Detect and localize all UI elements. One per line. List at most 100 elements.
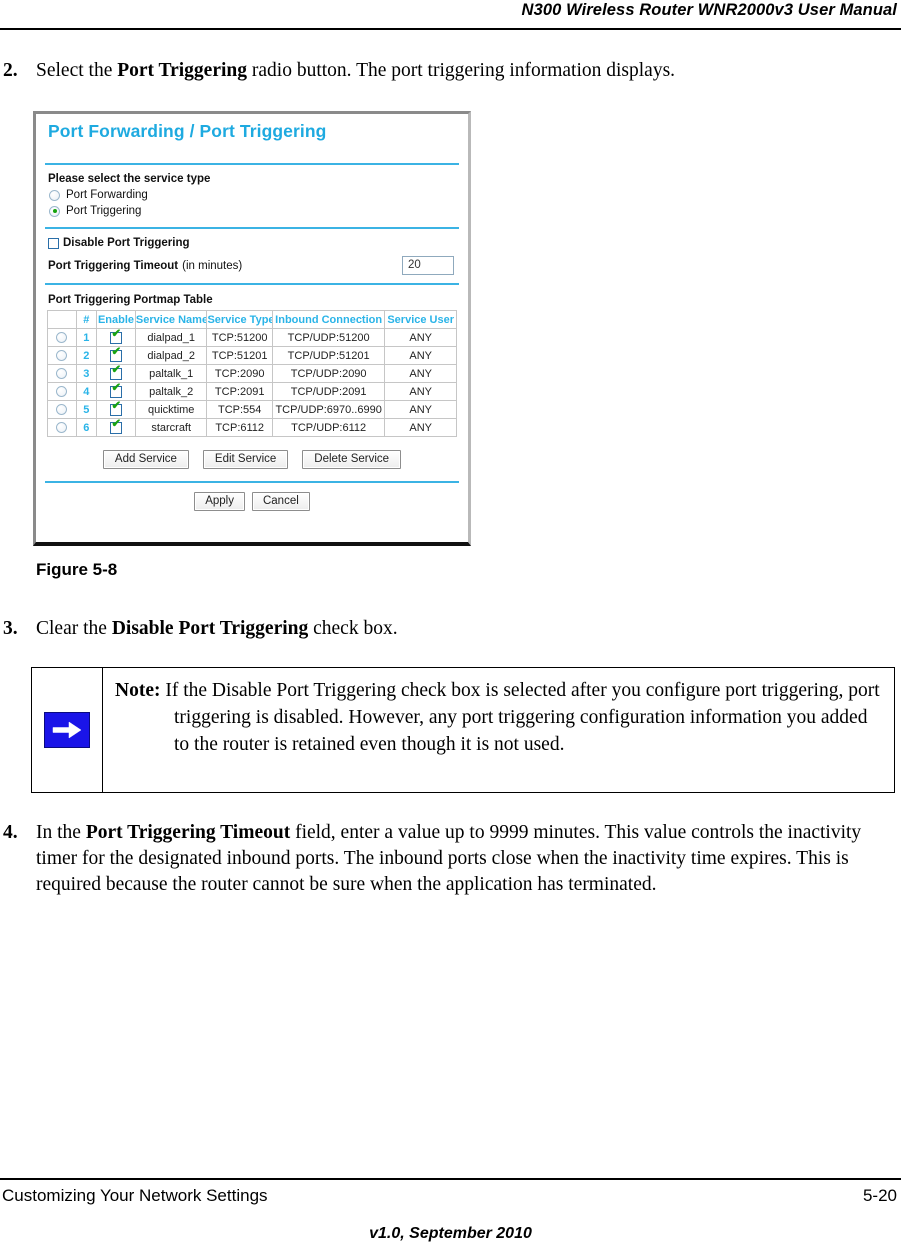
- portmap-table-title: Port Triggering Portmap Table: [48, 294, 213, 306]
- note-callout: Note: If the Disable Port Triggering che…: [31, 667, 895, 793]
- row-service-type: TCP:51201: [206, 346, 273, 365]
- radio-port-forwarding-label: Port Forwarding: [66, 189, 148, 201]
- row-service-type: TCP:6112: [206, 418, 273, 437]
- service-type-label: Please select the service type: [48, 173, 211, 185]
- row-select-cell[interactable]: [47, 328, 77, 347]
- row-index: 2: [75, 346, 98, 365]
- table-header-row: # Enable Service Name Service Type Inbou…: [47, 310, 457, 329]
- delete-service-button[interactable]: Delete Service: [302, 450, 402, 469]
- step-2-number: 2.: [3, 60, 18, 81]
- row-enable-checkbox[interactable]: [109, 420, 122, 434]
- row-service-user: ANY: [384, 418, 457, 437]
- step-3: 3. Clear the Disable Port Triggering che…: [3, 616, 883, 642]
- router-ui-panel: Port Forwarding / Port Triggering Please…: [36, 114, 468, 542]
- row-radio-icon[interactable]: [56, 404, 68, 416]
- step-2-text: Select the Port Triggering radio button.…: [36, 58, 883, 84]
- divider-4: [45, 481, 459, 483]
- row-enable-checkbox[interactable]: [109, 330, 122, 344]
- disable-port-triggering-row[interactable]: Disable Port Triggering: [45, 237, 459, 249]
- row-service-name: paltalk_1: [134, 364, 208, 383]
- row-inbound-connection: TCP/UDP:2091: [271, 382, 386, 401]
- row-radio-icon[interactable]: [56, 332, 68, 344]
- step-4-text-before: In the: [36, 822, 86, 843]
- step-3-text-after: check box.: [308, 618, 398, 639]
- step-4-number: 4.: [3, 822, 18, 843]
- row-enable-checkbox[interactable]: [109, 402, 122, 416]
- table-row[interactable]: 2 dialpad_2 TCP:51201 TCP/UDP:51201 ANY: [47, 346, 457, 365]
- row-service-type: TCP:554: [206, 400, 273, 419]
- footer-chapter-title: Customizing Your Network Settings: [2, 1186, 268, 1205]
- row-service-user: ANY: [384, 382, 457, 401]
- col-header-enable: Enable: [96, 310, 136, 329]
- table-row[interactable]: 6 starcraft TCP:6112 TCP/UDP:6112 ANY: [47, 418, 457, 437]
- note-label: Note:: [115, 680, 161, 701]
- note-text-cell: Note: If the Disable Port Triggering che…: [103, 668, 894, 792]
- row-enable-cell[interactable]: [96, 418, 136, 437]
- step-3-number: 3.: [3, 618, 18, 639]
- row-radio-icon[interactable]: [56, 350, 68, 362]
- portmap-table: # Enable Service Name Service Type Inbou…: [47, 310, 457, 437]
- table-row[interactable]: 1 dialpad_1 TCP:51200 TCP/UDP:51200 ANY: [47, 328, 457, 347]
- row-select-cell[interactable]: [47, 400, 77, 419]
- timeout-label: Port Triggering Timeout: [48, 259, 179, 272]
- row-inbound-connection: TCP/UDP:6112: [271, 418, 386, 437]
- step-2-bold: Port Triggering: [117, 60, 248, 81]
- footer-page-number: 5-20: [862, 1186, 897, 1205]
- apply-button[interactable]: Apply: [194, 492, 245, 511]
- row-radio-icon[interactable]: [56, 368, 68, 380]
- row-select-cell[interactable]: [47, 418, 77, 437]
- step-2-text-after: radio button. The port triggering inform…: [247, 60, 676, 81]
- row-inbound-connection: TCP/UDP:51200: [271, 328, 386, 347]
- row-index: 5: [75, 400, 98, 419]
- radio-port-forwarding-icon[interactable]: [49, 189, 60, 201]
- step-3-text: Clear the Disable Port Triggering check …: [36, 616, 883, 642]
- step-3-text-before: Clear the: [36, 618, 112, 639]
- disable-port-triggering-checkbox[interactable]: [48, 237, 59, 249]
- table-row[interactable]: 4 paltalk_2 TCP:2091 TCP/UDP:2091 ANY: [47, 382, 457, 401]
- row-service-user: ANY: [384, 346, 457, 365]
- col-header-service-type: Service Type: [206, 310, 273, 329]
- timeout-input[interactable]: 20: [402, 256, 454, 275]
- spacer-b: [45, 217, 459, 227]
- edit-service-button[interactable]: Edit Service: [202, 450, 289, 469]
- step-2: 2. Select the Port Triggering radio butt…: [3, 58, 883, 84]
- timeout-units-label: (in minutes): [182, 259, 243, 272]
- row-select-cell[interactable]: [47, 382, 77, 401]
- row-enable-cell[interactable]: [96, 364, 136, 383]
- step-2-text-before: Select the: [36, 60, 118, 81]
- row-service-name: paltalk_2: [134, 382, 208, 401]
- table-row[interactable]: 5 quicktime TCP:554 TCP/UDP:6970..6990 A…: [47, 400, 457, 419]
- row-select-cell[interactable]: [47, 364, 77, 383]
- figure-caption: Figure 5-8: [36, 560, 118, 579]
- cancel-button[interactable]: Cancel: [251, 492, 310, 511]
- add-service-button[interactable]: Add Service: [102, 450, 189, 469]
- footer-divider: [0, 1178, 901, 1180]
- row-service-name: starcraft: [134, 418, 208, 437]
- step-4-bold: Port Triggering Timeout: [85, 822, 291, 843]
- radio-port-triggering-label: Port Triggering: [66, 205, 142, 217]
- row-select-cell[interactable]: [47, 346, 77, 365]
- row-enable-checkbox[interactable]: [109, 348, 122, 362]
- row-radio-icon[interactable]: [56, 422, 68, 434]
- row-enable-cell[interactable]: [96, 346, 136, 365]
- row-enable-cell[interactable]: [96, 328, 136, 347]
- row-inbound-connection: TCP/UDP:51201: [271, 346, 386, 365]
- table-row[interactable]: 3 paltalk_1 TCP:2090 TCP/UDP:2090 ANY: [47, 364, 457, 383]
- step-3-bold: Disable Port Triggering: [111, 618, 309, 639]
- radio-option-port-triggering[interactable]: Port Triggering: [45, 205, 459, 217]
- row-service-name: quicktime: [134, 400, 208, 419]
- header-divider: [0, 28, 901, 30]
- row-enable-cell[interactable]: [96, 382, 136, 401]
- note-body-text: If the Disable Port Triggering check box…: [165, 680, 880, 755]
- radio-port-triggering-icon[interactable]: [49, 205, 60, 217]
- panel-title: Port Forwarding / Port Triggering: [48, 121, 327, 141]
- row-radio-icon[interactable]: [56, 386, 68, 398]
- col-header-service-name: Service Name: [134, 310, 208, 329]
- row-enable-cell[interactable]: [96, 400, 136, 419]
- row-enable-checkbox[interactable]: [109, 384, 122, 398]
- radio-option-port-forwarding[interactable]: Port Forwarding: [45, 189, 459, 201]
- row-inbound-connection: TCP/UDP:6970..6990: [271, 400, 386, 419]
- divider-3: [45, 283, 459, 285]
- row-service-name: dialpad_1: [134, 328, 208, 347]
- row-enable-checkbox[interactable]: [109, 366, 122, 380]
